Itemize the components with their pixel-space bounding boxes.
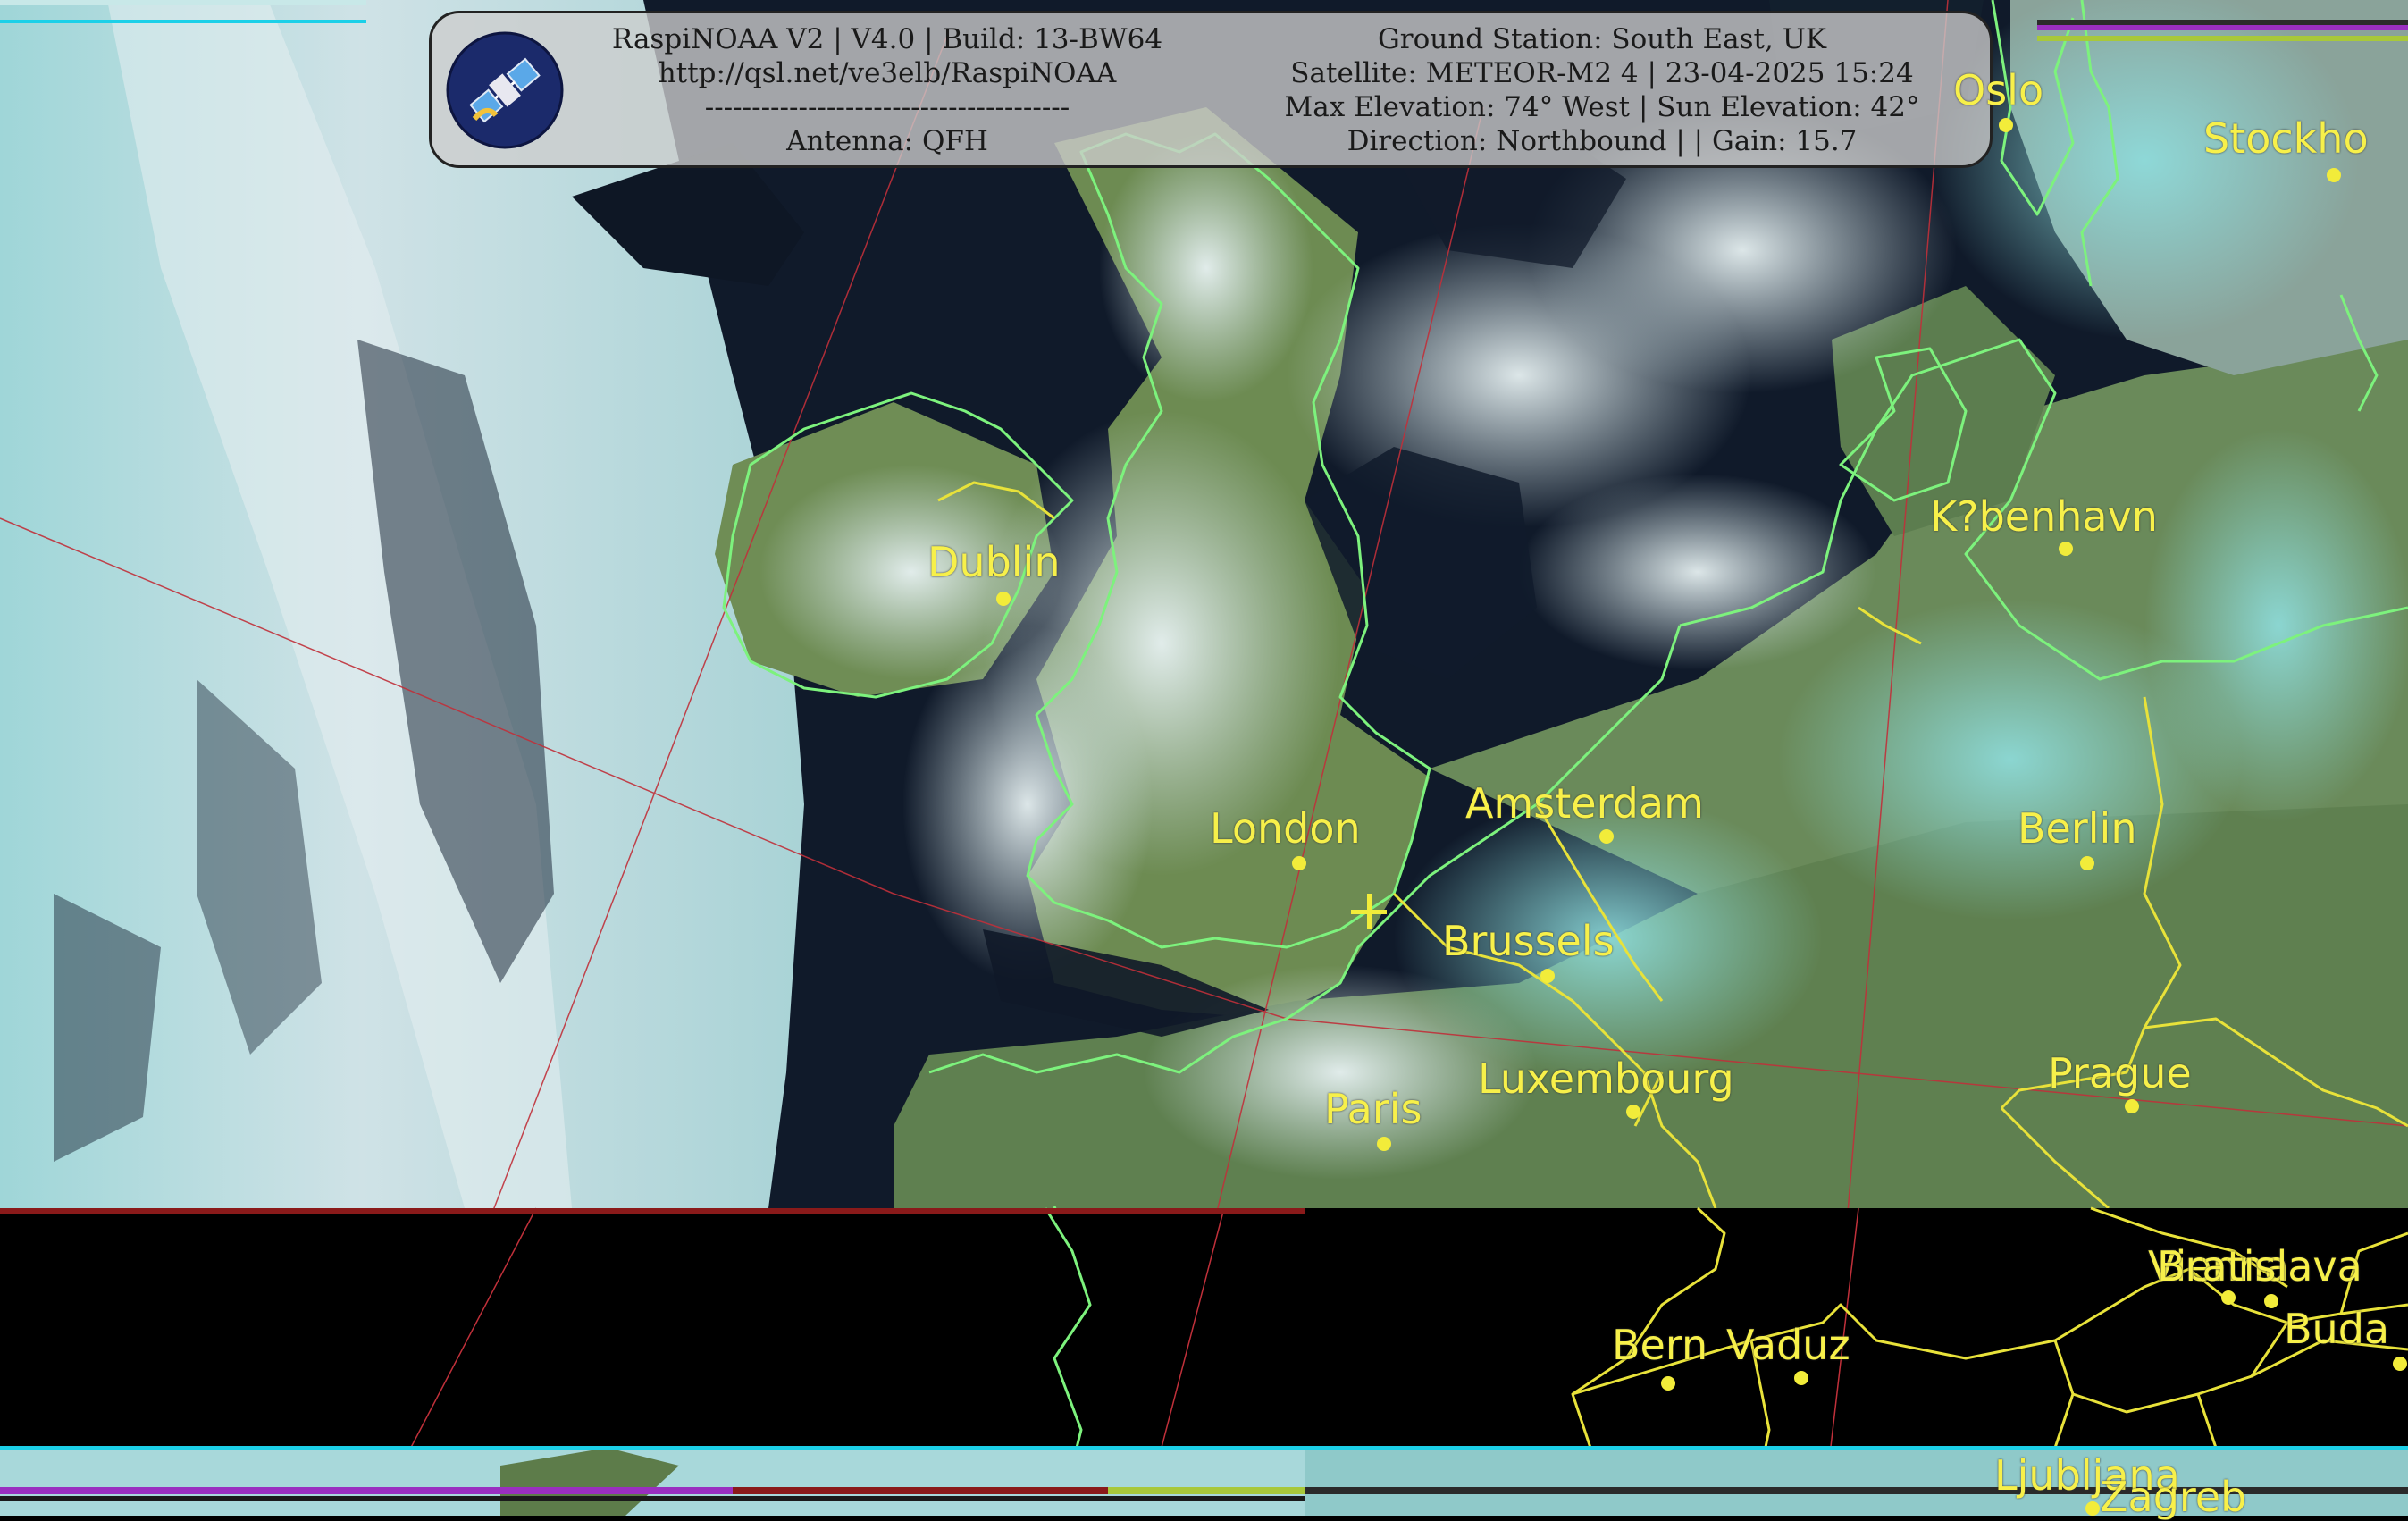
city-label-oslo: Oslo: [1953, 66, 2044, 114]
city-marker-amsterdam: [1599, 829, 1614, 844]
city-marker-vienna: [2221, 1290, 2236, 1305]
city-label-dublin: Dublin: [927, 538, 1061, 586]
city-marker-budapest: [2393, 1357, 2407, 1371]
city-label-budapest: Buda: [2284, 1305, 2390, 1353]
city-label-prague: Prague: [2048, 1049, 2192, 1097]
satellite-icon: [446, 31, 564, 149]
header-right-column: Ground Station: South East, UK Satellite…: [1218, 22, 1986, 158]
city-marker-paris: [1377, 1137, 1391, 1151]
satellite-image: [0, 0, 2408, 1516]
app-version-line: RaspiNOAA V2 | V4.0 | Build: 13-BW64: [611, 23, 1163, 55]
city-marker-oslo: [1999, 118, 2013, 132]
city-marker-london: [1292, 856, 1306, 870]
project-url-line: http://qsl.net/ve3elb/RaspiNOAA: [658, 57, 1117, 89]
city-marker-bern: [1661, 1376, 1675, 1391]
city-marker-ljubljana: [2085, 1501, 2100, 1516]
city-marker-vaduz: [1794, 1371, 1808, 1385]
city-label-amsterdam: Amsterdam: [1465, 779, 1704, 828]
city-label-bratislava: Bratislava: [2157, 1242, 2362, 1290]
city-label-bern: Bern: [1612, 1321, 1708, 1369]
city-marker-bratislava: [2264, 1294, 2278, 1308]
city-marker-luxembourg: [1626, 1105, 1640, 1119]
city-marker-kobenhavn: [2059, 542, 2073, 556]
city-marker-dublin: [996, 592, 1011, 606]
satellite-line: Satellite: METEOR-M2 4 | 23-04-2025 15:2…: [1290, 57, 1914, 89]
city-label-london: London: [1210, 804, 1361, 853]
city-marker-prague: [2125, 1099, 2139, 1113]
city-marker-brussels: [1540, 969, 1555, 983]
direction-gain-line: Direction: Northbound | | Gain: 15.7: [1347, 125, 1858, 157]
city-label-brussels: Brussels: [1442, 917, 1615, 965]
city-label-zagreb: Zagreb: [2100, 1473, 2247, 1521]
ground-station-line: Ground Station: South East, UK: [1378, 23, 1826, 55]
elevation-line: Max Elevation: 74° West | Sun Elevation:…: [1284, 91, 1920, 123]
city-label-stockholm: Stockho: [2203, 114, 2369, 163]
header-left-column: RaspiNOAA V2 | V4.0 | Build: 13-BW64 htt…: [583, 22, 1191, 158]
city-label-kobenhavn: K?benhavn: [1930, 492, 2158, 541]
city-marker-berlin: [2080, 856, 2094, 870]
ground-station-marker: [1351, 894, 1387, 929]
separator-line: ---------------------------------------: [704, 91, 1070, 123]
city-label-vaduz: Vaduz: [1726, 1321, 1850, 1369]
city-label-berlin: Berlin: [2018, 804, 2137, 853]
antenna-line: Antenna: QFH: [786, 125, 988, 157]
info-panel: RaspiNOAA V2 | V4.0 | Build: 13-BW64 htt…: [429, 11, 1993, 168]
city-label-paris: Paris: [1324, 1085, 1422, 1133]
city-marker-stockholm: [2327, 168, 2341, 182]
city-label-luxembourg: Luxembourg: [1478, 1055, 1734, 1103]
